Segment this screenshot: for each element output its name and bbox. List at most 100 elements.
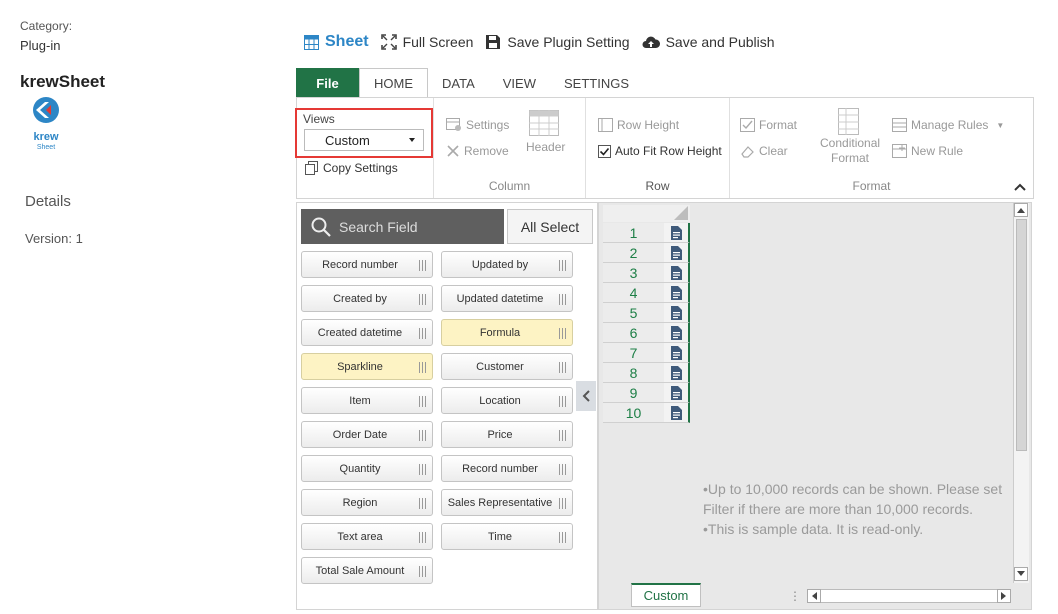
format-button[interactable]: Format (740, 118, 797, 132)
drag-handle-icon[interactable] (559, 362, 566, 373)
save-and-publish-button[interactable]: Save and Publish (642, 34, 775, 50)
field-button[interactable]: Created by (301, 285, 433, 312)
drag-handle-icon[interactable] (559, 532, 566, 543)
chevron-up-icon (1014, 183, 1026, 191)
field-button[interactable]: Sparkline (301, 353, 433, 380)
drag-handle-icon[interactable] (419, 464, 426, 475)
row-header-number[interactable]: 9 (603, 383, 664, 403)
field-button-label: Sales Representative (447, 496, 553, 509)
tab-data[interactable]: DATA (428, 68, 489, 98)
drag-handle-icon[interactable] (419, 328, 426, 339)
collapse-panel-button[interactable] (576, 381, 596, 411)
field-button[interactable]: Text area (301, 523, 433, 550)
sheet-brand-label: Sheet (325, 33, 369, 50)
drag-handle-icon[interactable] (419, 566, 426, 577)
tab-view[interactable]: VIEW (489, 68, 550, 98)
vertical-scrollbar[interactable] (1013, 203, 1029, 583)
row-header-number[interactable]: 5 (603, 303, 664, 323)
row-header-number[interactable]: 1 (603, 223, 664, 243)
drag-handle-icon[interactable] (559, 294, 566, 305)
field-button[interactable]: Total Sale Amount (301, 557, 433, 584)
collapse-ribbon-button[interactable] (1013, 180, 1027, 192)
clear-button[interactable]: Clear (740, 144, 788, 158)
drag-handle-icon[interactable] (419, 362, 426, 373)
drag-handle-icon[interactable] (419, 498, 426, 509)
column-header-button[interactable]: Header (526, 110, 565, 154)
details-link[interactable]: Details (25, 193, 71, 210)
drag-handle-icon[interactable] (559, 396, 566, 407)
new-rule-button[interactable]: New Rule (892, 144, 963, 158)
drag-handle-icon[interactable] (559, 260, 566, 271)
field-button[interactable]: Order Date (301, 421, 433, 448)
tab-home[interactable]: HOME (359, 68, 428, 98)
row-header-number[interactable]: 10 (603, 403, 664, 423)
field-button[interactable]: Formula (441, 319, 573, 346)
field-button[interactable]: Created datetime (301, 319, 433, 346)
scroll-left-button[interactable] (807, 589, 821, 603)
drag-handle-icon[interactable] (559, 464, 566, 475)
drag-handle-icon[interactable] (559, 498, 566, 509)
save-publish-label: Save and Publish (665, 34, 775, 50)
field-button[interactable]: Record number (301, 251, 433, 278)
field-button[interactable]: Sales Representative (441, 489, 573, 516)
field-button[interactable]: Location (441, 387, 573, 414)
drag-handle-icon[interactable] (419, 294, 426, 305)
vertical-scroll-thumb[interactable] (1016, 219, 1027, 451)
views-dropdown[interactable]: Custom (304, 129, 424, 151)
scroll-right-button[interactable] (997, 589, 1011, 603)
tab-file[interactable]: File (296, 68, 359, 98)
row-header-number[interactable]: 7 (603, 343, 664, 363)
record-detail-icon[interactable] (664, 263, 690, 283)
drag-handle-icon[interactable] (419, 396, 426, 407)
fullscreen-button[interactable]: Full Screen (380, 34, 473, 50)
all-select-button[interactable]: All Select (507, 209, 593, 244)
drag-handle-icon[interactable] (559, 328, 566, 339)
field-button-label: Customer (476, 360, 524, 373)
field-button[interactable]: Updated datetime (441, 285, 573, 312)
drag-handle-icon[interactable] (559, 430, 566, 441)
record-detail-icon[interactable] (664, 383, 690, 403)
search-field-input[interactable]: Search Field (301, 209, 504, 244)
column-remove-button[interactable]: Remove (446, 144, 509, 158)
field-button[interactable]: Item (301, 387, 433, 414)
ribbon: Views Custom Copy Settings Settings Remo… (295, 97, 1034, 199)
field-button[interactable]: Time (441, 523, 573, 550)
tab-settings[interactable]: SETTINGS (550, 68, 643, 98)
arrow-down-icon (1017, 571, 1025, 576)
record-detail-icon[interactable] (664, 323, 690, 343)
record-detail-icon[interactable] (664, 223, 690, 243)
scroll-up-button[interactable] (1014, 203, 1028, 217)
drag-handle-icon[interactable] (419, 430, 426, 441)
row-height-button[interactable]: Row Height (598, 118, 679, 132)
record-detail-icon[interactable] (664, 283, 690, 303)
conditional-format-button[interactable]: Conditional Format (820, 108, 880, 166)
field-button[interactable]: Region (301, 489, 433, 516)
field-button[interactable]: Updated by (441, 251, 573, 278)
copy-settings-button[interactable]: Copy Settings (305, 161, 398, 175)
sheet-tab-custom[interactable]: Custom (631, 583, 701, 607)
record-detail-icon[interactable] (664, 303, 690, 323)
field-button[interactable]: Record number (441, 455, 573, 482)
manage-rules-button[interactable]: Manage Rules ▼ (892, 118, 1004, 132)
horizontal-scrollbar[interactable] (807, 589, 1011, 603)
drag-handle-icon[interactable] (419, 260, 426, 271)
sheet-brand[interactable]: Sheet (304, 33, 369, 51)
drag-handle-icon[interactable] (419, 532, 426, 543)
record-detail-icon[interactable] (664, 343, 690, 363)
record-detail-icon[interactable] (664, 403, 690, 423)
column-settings-button[interactable]: Settings (446, 118, 509, 132)
row-header-number[interactable]: 3 (603, 263, 664, 283)
scroll-down-button[interactable] (1014, 567, 1028, 581)
save-plugin-setting-button[interactable]: Save Plugin Setting (485, 34, 630, 50)
field-button[interactable]: Price (441, 421, 573, 448)
field-button[interactable]: Customer (441, 353, 573, 380)
row-header-number[interactable]: 8 (603, 363, 664, 383)
field-button[interactable]: Quantity (301, 455, 433, 482)
auto-fit-row-height-checkbox[interactable]: Auto Fit Row Height (598, 144, 722, 158)
row-header-number[interactable]: 2 (603, 243, 664, 263)
row-header-number[interactable]: 6 (603, 323, 664, 343)
record-detail-icon[interactable] (664, 363, 690, 383)
tab-splitter-icon[interactable]: ⋮ (789, 589, 801, 603)
record-detail-icon[interactable] (664, 243, 690, 263)
row-header-number[interactable]: 4 (603, 283, 664, 303)
